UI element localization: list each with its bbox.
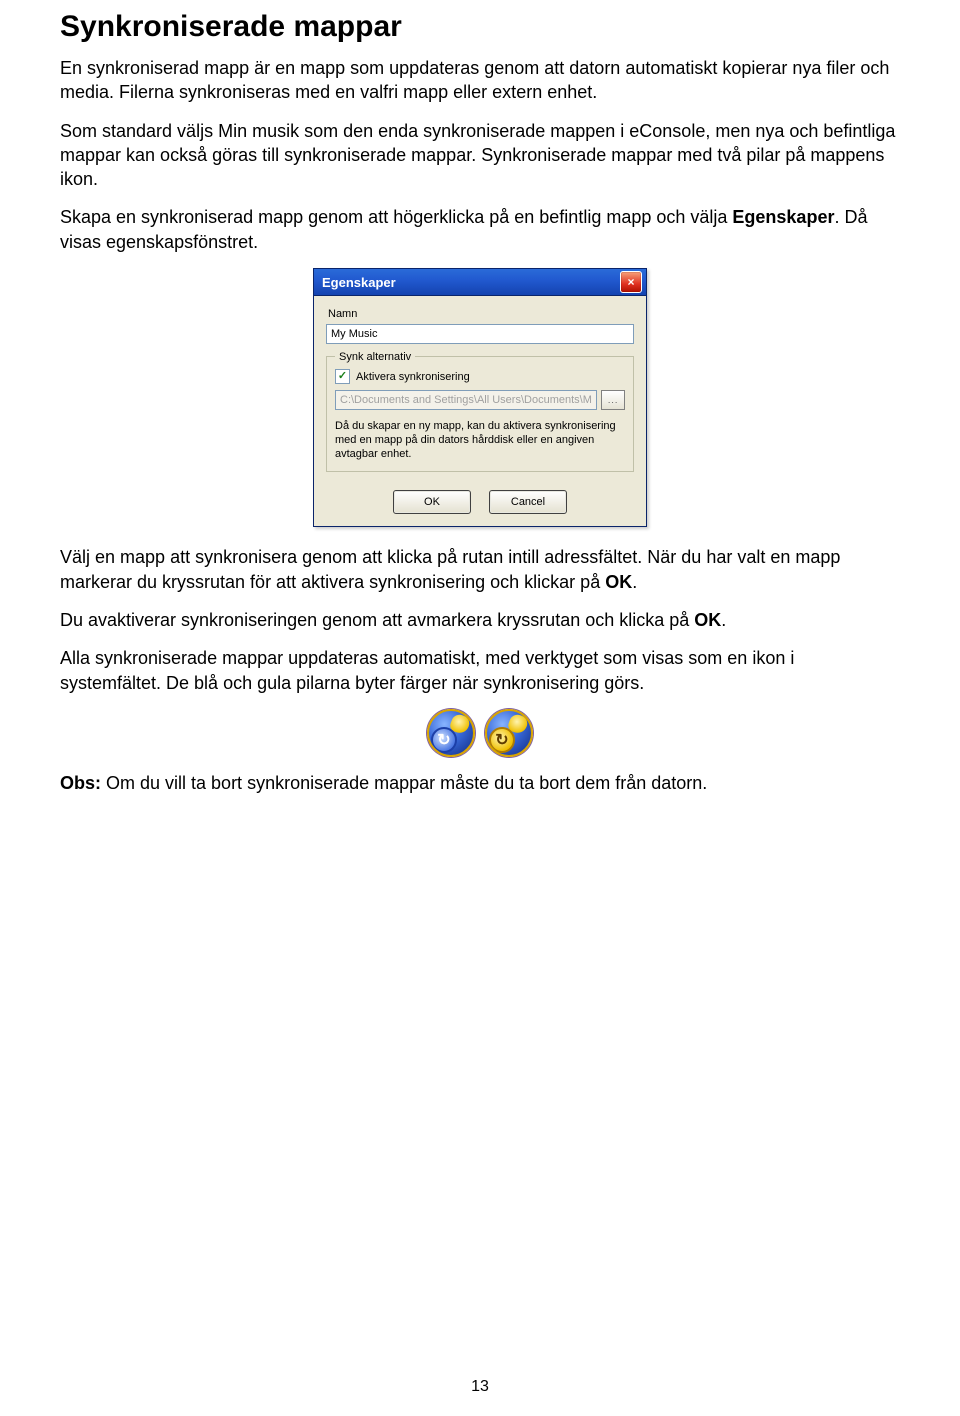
globe-yellow-arrow-icon: ↻ — [485, 709, 533, 757]
note-label: Obs: — [60, 773, 101, 793]
name-input[interactable] — [326, 324, 634, 344]
browse-button[interactable]: ... — [601, 390, 625, 410]
enable-sync-checkbox[interactable]: ✓ — [335, 369, 350, 384]
page-title: Synkroniserade mappar — [60, 10, 900, 44]
paragraph-auto-update: Alla synkroniserade mappar uppdateras au… — [60, 646, 900, 695]
paragraph-select-bold: OK — [605, 572, 632, 592]
dialog-title: Egenskaper — [322, 275, 620, 290]
paragraph-note: Obs: Om du vill ta bort synkroniserade m… — [60, 771, 900, 795]
dialog-titlebar[interactable]: Egenskaper × — [314, 269, 646, 296]
ok-button[interactable]: OK — [393, 490, 471, 514]
paragraph-create-a: Skapa en synkroniserad mapp genom att hö… — [60, 207, 732, 227]
refresh-arrow-blue-icon: ↻ — [431, 727, 457, 753]
note-text: Om du vill ta bort synkroniserade mappar… — [101, 773, 707, 793]
properties-dialog: Egenskaper × Namn Synk alternativ ✓ A — [313, 268, 647, 527]
sync-status-icons: ↻ ↻ — [60, 709, 900, 757]
refresh-arrow-yellow-icon: ↻ — [489, 727, 515, 753]
name-label: Namn — [328, 308, 634, 320]
sync-description: Då du skapar en ny mapp, kan du aktivera… — [335, 420, 625, 461]
page-number: 13 — [0, 1378, 960, 1396]
enable-sync-label: Aktivera synkronisering — [356, 371, 470, 383]
cancel-button[interactable]: Cancel — [489, 490, 567, 514]
path-input[interactable] — [335, 390, 597, 410]
paragraph-deactivate-c: . — [721, 610, 726, 630]
paragraph-default: Som standard väljs Min musik som den end… — [60, 119, 900, 192]
paragraph-deactivate-bold: OK — [694, 610, 721, 630]
paragraph-select-c: . — [632, 572, 637, 592]
paragraph-intro: En synkroniserad mapp är en mapp som upp… — [60, 56, 900, 105]
paragraph-select-a: Välj en mapp att synkronisera genom att … — [60, 547, 840, 591]
check-icon: ✓ — [338, 371, 347, 382]
paragraph-create: Skapa en synkroniserad mapp genom att hö… — [60, 205, 900, 254]
paragraph-create-bold: Egenskaper — [732, 207, 834, 227]
paragraph-deactivate-a: Du avaktiverar synkroniseringen genom at… — [60, 610, 694, 630]
paragraph-select-folder: Välj en mapp att synkronisera genom att … — [60, 545, 900, 594]
paragraph-deactivate: Du avaktiverar synkroniseringen genom at… — [60, 608, 900, 632]
globe-blue-arrow-icon: ↻ — [427, 709, 475, 757]
close-icon: × — [627, 276, 634, 288]
close-button[interactable]: × — [620, 271, 642, 293]
sync-legend: Synk alternativ — [335, 351, 415, 363]
